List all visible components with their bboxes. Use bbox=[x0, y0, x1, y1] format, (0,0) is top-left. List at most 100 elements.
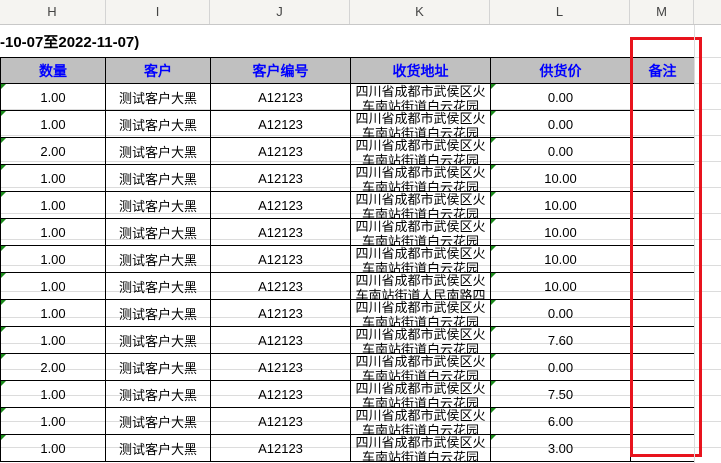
cell-code[interactable]: A12123 bbox=[210, 353, 351, 381]
cell-customer[interactable]: 测试客户大黑 bbox=[105, 137, 211, 165]
qty-value: 1.00 bbox=[40, 116, 66, 132]
cell-qty[interactable]: 1.00 bbox=[0, 245, 106, 273]
cell-addr[interactable]: 四川省成都市武侯区火 车南站街道白云花园 bbox=[350, 191, 491, 219]
cell-code[interactable]: A12123 bbox=[210, 164, 351, 192]
cell-addr[interactable]: 四川省成都市武侯区火 车南站街道白云花园 bbox=[350, 164, 491, 192]
cell-addr[interactable]: 四川省成都市武侯区火 车南站街道白云花园 bbox=[350, 83, 491, 111]
cell-qty[interactable]: 1.00 bbox=[0, 272, 106, 300]
cell-customer[interactable]: 测试客户大黑 bbox=[105, 434, 211, 462]
cell-customer[interactable]: 测试客户大黑 bbox=[105, 380, 211, 408]
cell-addr[interactable]: 四川省成都市武侯区火 车南站街道白云花园 bbox=[350, 407, 491, 435]
cell-price[interactable]: 10.00 bbox=[490, 191, 631, 219]
cell-price[interactable]: 0.00 bbox=[490, 83, 631, 111]
cell-customer[interactable]: 测试客户大黑 bbox=[105, 245, 211, 273]
number-as-text-marker-icon bbox=[1, 84, 6, 89]
cell-price[interactable]: 10.00 bbox=[490, 245, 631, 273]
table-row: 1.00 测试客户大黑 A12123 四川省成都市武侯区火 车南站街道白云花园 10.00 bbox=[0, 245, 695, 273]
address-line: 四川省成都市武侯区火 bbox=[355, 111, 486, 127]
cell-code[interactable]: A12123 bbox=[210, 245, 351, 273]
highlight-box bbox=[630, 37, 702, 457]
column-header-L[interactable]: L bbox=[490, 0, 630, 24]
cell-code[interactable]: A12123 bbox=[210, 110, 351, 138]
cell-price[interactable]: 0.00 bbox=[490, 299, 631, 327]
column-header-I[interactable]: I bbox=[106, 0, 210, 24]
address-line: 四川省成都市武侯区火 bbox=[355, 192, 486, 208]
address-line: 车南站街道白云花园 bbox=[361, 369, 479, 380]
column-header-H[interactable]: H bbox=[0, 0, 106, 24]
cell-addr[interactable]: 四川省成都市武侯区火 车南站街道白云花园 bbox=[350, 434, 491, 462]
column-header-K[interactable]: K bbox=[350, 0, 490, 24]
cell-qty[interactable]: 1.00 bbox=[0, 326, 106, 354]
cell-customer[interactable]: 测试客户大黑 bbox=[105, 353, 211, 381]
customer-value: 测试客户大黑 bbox=[118, 225, 197, 241]
cell-qty[interactable]: 1.00 bbox=[0, 434, 106, 462]
cell-customer[interactable]: 测试客户大黑 bbox=[105, 191, 211, 219]
cell-price[interactable]: 7.50 bbox=[490, 380, 631, 408]
cell-customer[interactable]: 测试客户大黑 bbox=[105, 83, 211, 111]
cell-addr[interactable]: 四川省成都市武侯区火 车南站街道白云花园 bbox=[350, 380, 491, 408]
cell-addr[interactable]: 四川省成都市武侯区火 车南站街道白云花园 bbox=[350, 326, 491, 354]
cell-customer[interactable]: 测试客户大黑 bbox=[105, 407, 211, 435]
cell-code[interactable]: A12123 bbox=[210, 137, 351, 165]
cell-addr[interactable]: 四川省成都市武侯区火 车南站街道白云花园 bbox=[350, 110, 491, 138]
cell-code[interactable]: A12123 bbox=[210, 326, 351, 354]
cell-customer[interactable]: 测试客户大黑 bbox=[105, 164, 211, 192]
header-cell[interactable]: 数量 bbox=[0, 57, 106, 84]
report-title[interactable]: -10-07至2022-11-07) bbox=[0, 31, 139, 52]
cell-qty[interactable]: 1.00 bbox=[0, 110, 106, 138]
cell-addr[interactable]: 四川省成都市武侯区火 车南站街道白云花园 bbox=[350, 299, 491, 327]
cell-qty[interactable]: 1.00 bbox=[0, 191, 106, 219]
cell-code[interactable]: A12123 bbox=[210, 380, 351, 408]
cell-qty[interactable]: 1.00 bbox=[0, 299, 106, 327]
cell-code[interactable]: A12123 bbox=[210, 83, 351, 111]
cell-qty[interactable]: 1.00 bbox=[0, 218, 106, 246]
cell-qty[interactable]: 2.00 bbox=[0, 353, 106, 381]
cell-price[interactable]: 3.00 bbox=[490, 434, 631, 462]
cell-price[interactable]: 10.00 bbox=[490, 272, 631, 300]
table-row: 1.00 测试客户大黑 A12123 四川省成都市武侯区火 车南站街道白云花园 6.00 bbox=[0, 407, 695, 435]
customer-value: 测试客户大黑 bbox=[118, 306, 197, 322]
address-line: 车南站街道白云花园 bbox=[361, 396, 479, 407]
cell-customer[interactable]: 测试客户大黑 bbox=[105, 110, 211, 138]
header-cell[interactable]: 供货价 bbox=[490, 57, 631, 84]
column-header-M[interactable]: M bbox=[630, 0, 694, 24]
header-cell[interactable]: 客户 bbox=[105, 57, 211, 84]
cell-addr[interactable]: 四川省成都市武侯区火 车南站街道人民南路四 bbox=[350, 272, 491, 300]
price-value: 6.00 bbox=[547, 413, 574, 429]
cell-addr[interactable]: 四川省成都市武侯区火 车南站街道白云花园 bbox=[350, 137, 491, 165]
cell-qty[interactable]: 1.00 bbox=[0, 380, 106, 408]
column-header-J[interactable]: J bbox=[210, 0, 350, 24]
header-cell[interactable]: 客户编号 bbox=[210, 57, 351, 84]
address-line: 车南站街道白云花园 bbox=[361, 180, 479, 191]
code-value: A12123 bbox=[258, 251, 303, 267]
header-cell[interactable]: 收货地址 bbox=[350, 57, 491, 84]
number-as-text-marker-icon bbox=[491, 354, 496, 359]
cell-code[interactable]: A12123 bbox=[210, 434, 351, 462]
cell-price[interactable]: 6.00 bbox=[490, 407, 631, 435]
cell-price[interactable]: 7.60 bbox=[490, 326, 631, 354]
cell-price[interactable]: 0.00 bbox=[490, 353, 631, 381]
cell-qty[interactable]: 2.00 bbox=[0, 137, 106, 165]
cell-qty[interactable]: 1.00 bbox=[0, 164, 106, 192]
cell-addr[interactable]: 四川省成都市武侯区火 车南站街道白云花园 bbox=[350, 218, 491, 246]
cell-qty[interactable]: 1.00 bbox=[0, 83, 106, 111]
cell-customer[interactable]: 测试客户大黑 bbox=[105, 218, 211, 246]
cell-code[interactable]: A12123 bbox=[210, 272, 351, 300]
cell-customer[interactable]: 测试客户大黑 bbox=[105, 272, 211, 300]
cell-customer[interactable]: 测试客户大黑 bbox=[105, 326, 211, 354]
cell-code[interactable]: A12123 bbox=[210, 299, 351, 327]
cell-price[interactable]: 10.00 bbox=[490, 218, 631, 246]
cell-code[interactable]: A12123 bbox=[210, 407, 351, 435]
code-value: A12123 bbox=[258, 305, 303, 321]
number-as-text-marker-icon bbox=[491, 165, 496, 170]
cell-addr[interactable]: 四川省成都市武侯区火 车南站街道白云花园 bbox=[350, 245, 491, 273]
cell-code[interactable]: A12123 bbox=[210, 191, 351, 219]
cell-qty[interactable]: 1.00 bbox=[0, 407, 106, 435]
cell-price[interactable]: 0.00 bbox=[490, 137, 631, 165]
number-as-text-marker-icon bbox=[491, 138, 496, 143]
cell-price[interactable]: 0.00 bbox=[490, 110, 631, 138]
cell-addr[interactable]: 四川省成都市武侯区火 车南站街道白云花园 bbox=[350, 353, 491, 381]
cell-code[interactable]: A12123 bbox=[210, 218, 351, 246]
cell-customer[interactable]: 测试客户大黑 bbox=[105, 299, 211, 327]
cell-price[interactable]: 10.00 bbox=[490, 164, 631, 192]
